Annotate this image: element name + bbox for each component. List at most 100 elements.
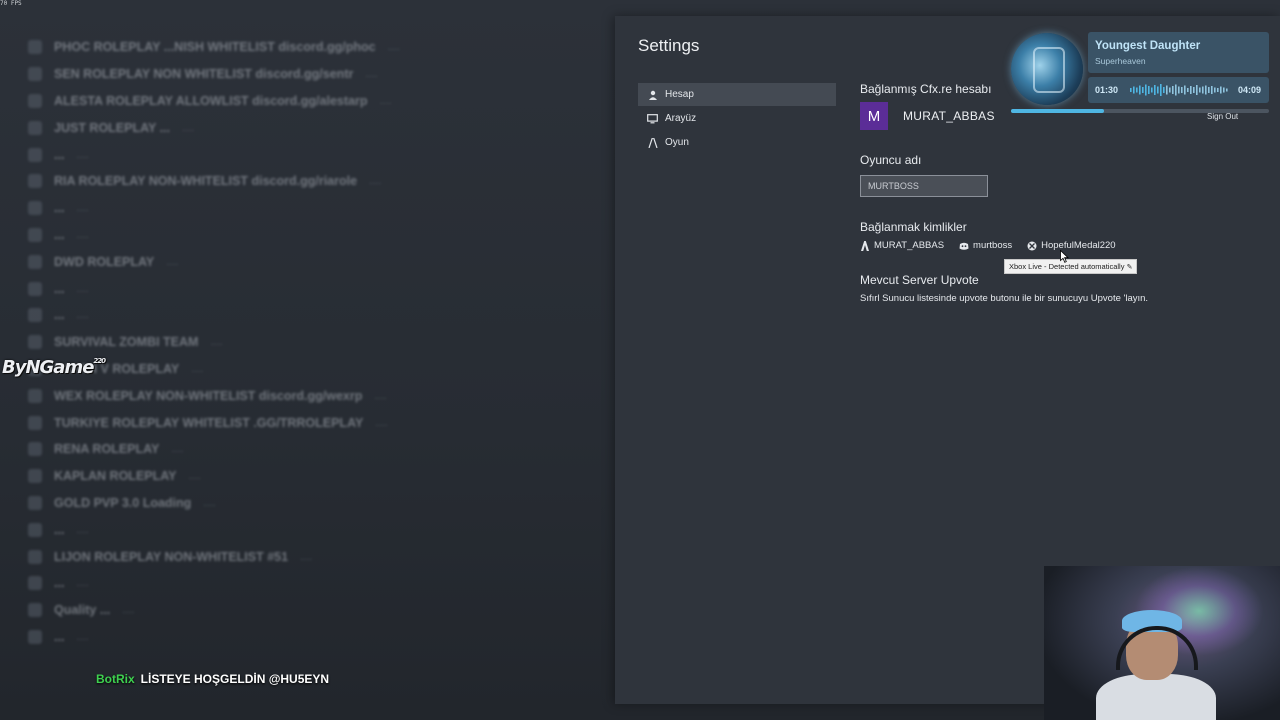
song-title: Youngest Daughter xyxy=(1095,40,1201,52)
server-description: .... xyxy=(188,470,201,483)
total-time: 04:09 xyxy=(1237,85,1261,95)
nav-label: Hesap xyxy=(665,89,694,100)
waveform xyxy=(1130,84,1228,96)
server-list-row[interactable]: ....... xyxy=(28,516,608,543)
server-description: .... xyxy=(122,604,135,617)
server-name: JUST ROLEPLAY ... xyxy=(54,120,171,135)
server-list-row[interactable]: PHOC ROLEPLAY ...NISH WHITELIST discord.… xyxy=(28,34,608,61)
server-list-row[interactable]: Quality ....... xyxy=(28,597,608,624)
identity-label: murtboss xyxy=(973,240,1013,251)
server-name: ... xyxy=(54,227,65,242)
waveform-bar xyxy=(1178,86,1180,94)
player-bar: 01:30 04:09 xyxy=(1088,77,1269,103)
nav-item-hesap[interactable]: Hesap xyxy=(638,83,836,106)
server-description: .... xyxy=(300,550,313,563)
server-description: .... xyxy=(210,336,223,349)
waveform-bar xyxy=(1133,86,1135,94)
server-list-row[interactable]: ....... xyxy=(28,570,608,597)
server-icon xyxy=(28,576,42,591)
server-description: .... xyxy=(76,523,89,536)
waveform-bar xyxy=(1220,86,1222,94)
waveform-bar xyxy=(1139,85,1141,95)
server-description: .... xyxy=(191,362,204,375)
server-list-row[interactable]: DWD ROLEPLAY.... xyxy=(28,248,608,275)
nav-item-oyun[interactable]: Oyun xyxy=(638,131,836,154)
server-description: .... xyxy=(387,41,400,54)
waveform-bar xyxy=(1196,85,1198,95)
identity-cfx[interactable]: MURAT_ABBAS xyxy=(860,240,944,251)
server-list-row[interactable]: ....... xyxy=(28,275,608,302)
server-list-row[interactable]: SURVIVAL ZOMBI TEAM.... xyxy=(28,329,608,356)
server-icon xyxy=(28,415,42,430)
discord-icon xyxy=(959,241,969,251)
nav-label: Oyun xyxy=(665,137,689,148)
xbox-icon xyxy=(1027,241,1037,251)
server-name: SURVIVAL ZOMBI TEAM xyxy=(54,335,199,350)
identity-xbox[interactable]: HopefulMedal220 xyxy=(1027,240,1116,251)
chat-overlay: BotRix LİSTEYE HOŞGELDİN @HU5EYN xyxy=(96,672,329,686)
monitor-icon xyxy=(647,113,658,124)
server-description: .... xyxy=(76,282,89,295)
server-list-row[interactable]: EARTH V ROLEPLAY.... xyxy=(28,356,608,383)
xbox-tooltip: Xbox Live - Detected automatically ✎ xyxy=(1004,259,1138,274)
server-list-row[interactable]: ALESTA ROLEPLAY ALLOWLIST discord.gg/ale… xyxy=(28,88,608,115)
nav-item-arayuz[interactable]: Arayüz xyxy=(638,107,836,130)
server-name: ALESTA ROLEPLAY ALLOWLIST discord.gg/ale… xyxy=(54,93,368,108)
waveform-bar xyxy=(1217,88,1219,92)
server-description: .... xyxy=(76,148,89,161)
server-icon xyxy=(28,522,42,537)
server-description: .... xyxy=(369,175,382,188)
server-description: .... xyxy=(365,68,378,81)
waveform-bar xyxy=(1163,87,1165,93)
server-list-row[interactable]: RENA ROLEPLAY.... xyxy=(28,436,608,463)
waveform-bar xyxy=(1160,84,1162,96)
server-icon xyxy=(28,469,42,484)
sign-out-button[interactable]: Sign Out xyxy=(1207,112,1238,121)
server-icon xyxy=(28,308,42,323)
identity-label: HopefulMedal220 xyxy=(1041,240,1116,251)
server-list-row[interactable]: TURKIYE ROLEPLAY WHITELIST .GG/TRROLEPLA… xyxy=(28,409,608,436)
song-info: Youngest Daughter Superheaven xyxy=(1088,32,1269,73)
server-list-row[interactable]: RIA ROLEPLAY NON-WHITELIST discord.gg/ri… xyxy=(28,168,608,195)
waveform-bar xyxy=(1175,84,1177,96)
server-icon xyxy=(28,227,42,242)
waveform-bar xyxy=(1154,85,1156,95)
server-name: GOLD PVP 3.0 Loading xyxy=(54,495,192,510)
waveform-bar xyxy=(1166,85,1168,95)
server-icon xyxy=(28,120,42,135)
settings-nav: Hesap Arayüz Oyun xyxy=(638,83,836,155)
server-list-row[interactable]: SEN ROLEPLAY NON WHITELIST discord.gg/se… xyxy=(28,61,608,88)
server-name: ... xyxy=(54,522,65,537)
server-list-row[interactable]: JUST ROLEPLAY ....... xyxy=(28,114,608,141)
waveform-bar xyxy=(1199,87,1201,93)
player-name-input[interactable] xyxy=(860,175,988,197)
server-icon xyxy=(28,388,42,403)
server-description: .... xyxy=(76,228,89,241)
identity-label: MURAT_ABBAS xyxy=(874,240,945,251)
server-list-row[interactable]: LIJON ROLEPLAY NON-WHITELIST #51.... xyxy=(28,543,608,570)
identity-discord[interactable]: murtboss xyxy=(959,240,1012,251)
fps-counter: 70 FPS xyxy=(0,0,22,7)
watermark-logo: ByNGame220 xyxy=(2,357,106,378)
waveform-bar xyxy=(1193,87,1195,93)
server-list-row[interactable]: ....... xyxy=(28,195,608,222)
server-icon xyxy=(28,40,42,55)
music-widget: Youngest Daughter Superheaven 01:30 04:0… xyxy=(1011,31,1269,123)
server-list-row[interactable]: ....... xyxy=(28,222,608,249)
server-list-row[interactable]: WEX ROLEPLAY NON-WHITELIST discord.gg/we… xyxy=(28,382,608,409)
server-name: RIA ROLEPLAY NON-WHITELIST discord.gg/ri… xyxy=(54,174,358,189)
server-list-row[interactable]: ....... xyxy=(28,624,608,651)
server-list-row[interactable]: KAPLAN ROLEPLAY.... xyxy=(28,463,608,490)
server-description: .... xyxy=(76,309,89,322)
server-name: TURKIYE ROLEPLAY WHITELIST .GG/TRROLEPLA… xyxy=(54,415,364,430)
server-icon xyxy=(28,174,42,189)
page-title: Settings xyxy=(638,36,700,55)
server-name: ... xyxy=(54,576,65,591)
server-list-row[interactable]: GOLD PVP 3.0 Loading.... xyxy=(28,490,608,517)
server-name: ... xyxy=(54,147,65,162)
server-name: ... xyxy=(54,281,65,296)
waveform-bar xyxy=(1157,86,1159,94)
server-list-row[interactable]: ....... xyxy=(28,141,608,168)
waveform-bar xyxy=(1181,87,1183,93)
server-list-row[interactable]: ....... xyxy=(28,302,608,329)
